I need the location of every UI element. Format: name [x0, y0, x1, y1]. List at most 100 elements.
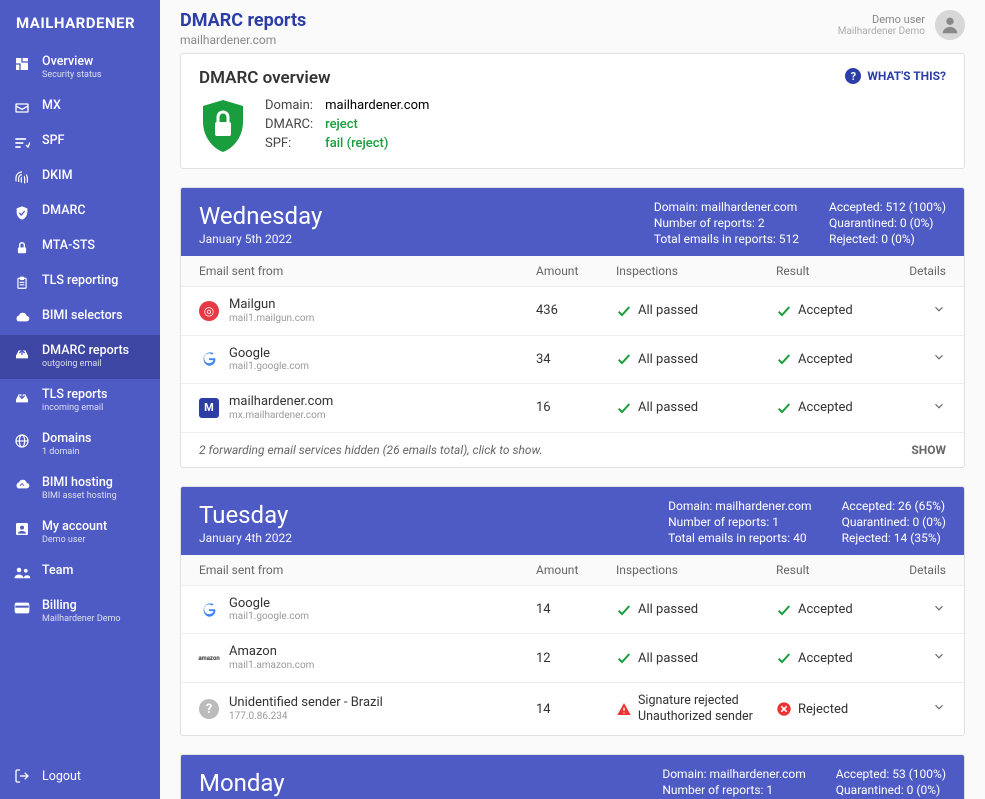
sidebar-item-sub: Mailhardener Demo	[42, 614, 121, 626]
amount-cell: 14	[536, 702, 616, 717]
day-stats-right: Accepted: 512 (100%) Quarantined: 0 (0%)…	[829, 200, 946, 246]
domain-label: Domain:	[265, 98, 313, 113]
insp-cell: All passed	[638, 400, 698, 415]
expand-chevron[interactable]	[932, 700, 946, 718]
sidebar-item-label: DMARC reports	[42, 343, 129, 359]
expand-chevron[interactable]	[932, 302, 946, 320]
table-row: ◎ Mailgunmail1.mailgun.com 436 All passe…	[181, 287, 964, 336]
sidebar-item-dkim[interactable]: DKIM	[0, 160, 160, 195]
sidebar-item-billing[interactable]: BillingMailhardener Demo	[0, 590, 160, 634]
amazon-icon: amazon	[199, 648, 219, 668]
sidebar-item-sub: incoming email	[42, 403, 107, 415]
logout-icon	[12, 767, 32, 785]
sidebar-item-label: MTA-STS	[42, 238, 95, 254]
sender-sub: mail1.google.com	[229, 611, 309, 623]
sidebar-item-sub: Security status	[42, 70, 102, 82]
day-name: Monday	[199, 769, 292, 797]
table-row: ? Unidentified sender - Brazil177.0.86.2…	[181, 683, 964, 736]
insp-cell: All passed	[638, 303, 698, 318]
outbox-icon	[12, 344, 32, 362]
col-from-header: Email sent from	[199, 264, 536, 278]
sidebar-item-domains[interactable]: Domains1 domain	[0, 423, 160, 467]
sender-name: Mailgun	[229, 297, 314, 313]
expand-chevron[interactable]	[932, 350, 946, 368]
sidebar-item-my-account[interactable]: My accountDemo user	[0, 511, 160, 555]
result-cell: Rejected	[798, 702, 848, 717]
result-cell: Accepted	[798, 651, 853, 666]
app-logo: MAILHARDENER	[0, 0, 160, 46]
sidebar-item-dmarc[interactable]: DMARC	[0, 195, 160, 230]
sidebar-item-label: TLS reporting	[42, 273, 118, 289]
page-title: DMARC reports	[180, 10, 306, 31]
google-icon	[199, 349, 219, 369]
sidebar-item-bimi-selectors[interactable]: BIMI selectors	[0, 300, 160, 335]
shield-check-icon	[12, 204, 32, 222]
domain-value: mailhardener.com	[325, 98, 429, 113]
hidden-services-text: 2 forwarding email services hidden (26 e…	[199, 443, 543, 457]
sender-sub: mx.mailhardener.com	[229, 410, 333, 422]
expand-chevron[interactable]	[932, 399, 946, 417]
check-icon	[776, 602, 792, 618]
expand-chevron[interactable]	[932, 649, 946, 667]
check-icon	[776, 650, 792, 666]
show-hidden-button[interactable]: SHOW	[911, 443, 946, 457]
check-icon	[616, 351, 632, 367]
table-row: M mailhardener.commx.mailhardener.com 16…	[181, 384, 964, 433]
sender-sub: 177.0.86.234	[229, 711, 383, 723]
clipboard-icon	[12, 274, 32, 292]
cloud-icon	[12, 309, 32, 327]
logout-button[interactable]: Logout	[0, 753, 160, 799]
col-amount-header: Amount	[536, 264, 616, 278]
avatar[interactable]	[935, 10, 965, 40]
sidebar-item-bimi-hosting[interactable]: BIMI hostingBIMI asset hosting	[0, 467, 160, 511]
sidebar-item-label: Billing	[42, 598, 121, 614]
reject-icon	[776, 701, 792, 717]
amount-cell: 12	[536, 651, 616, 666]
globe-icon	[12, 432, 32, 450]
sidebar-item-sub: Demo user	[42, 535, 107, 547]
sidebar-item-sub: outgoing email	[42, 359, 129, 371]
day-date: January 5th 2022	[199, 232, 322, 246]
hidden-services-row[interactable]: 2 forwarding email services hidden (26 e…	[181, 433, 964, 467]
sidebar-item-dmarc-reports[interactable]: DMARC reportsoutgoing email	[0, 335, 160, 379]
mailhardener-icon: M	[199, 398, 219, 418]
sender-name: Unidentified sender - Brazil	[229, 695, 383, 711]
sidebar-item-label: DMARC	[42, 203, 86, 219]
sidebar-item-overview[interactable]: OverviewSecurity status	[0, 46, 160, 90]
content: ? WHAT'S THIS? DMARC overview Domain: ma…	[160, 53, 985, 799]
user-name: Demo user	[838, 13, 925, 26]
overview-heading: DMARC overview	[199, 68, 946, 88]
sidebar-item-mta-sts[interactable]: MTA-STS	[0, 230, 160, 265]
result-cell: Accepted	[798, 602, 853, 617]
table-header: Email sent from Amount Inspections Resul…	[181, 256, 964, 287]
amount-cell: 14	[536, 602, 616, 617]
help-icon: ?	[845, 68, 861, 84]
sender-name: Google	[229, 596, 309, 612]
table-row: amazon Amazonmail1.amazon.com 12 All pas…	[181, 634, 964, 683]
expand-chevron[interactable]	[932, 601, 946, 619]
check-icon	[616, 303, 632, 319]
sidebar-item-label: BIMI hosting	[42, 475, 117, 491]
sidebar-item-tls-reporting[interactable]: TLS reporting	[0, 265, 160, 300]
whats-this-link[interactable]: ? WHAT'S THIS?	[845, 68, 946, 84]
topbar: DMARC reports mailhardener.com Demo user…	[160, 0, 985, 53]
col-details-header: Details	[886, 264, 946, 278]
day-name: Wednesday	[199, 202, 322, 230]
sidebar-item-team[interactable]: Team	[0, 555, 160, 590]
sidebar-item-spf[interactable]: SPF	[0, 125, 160, 160]
sender-name: Amazon	[229, 644, 314, 660]
warning-triangle-icon	[616, 701, 632, 717]
day-header: Tuesday January 4th 2022 Domain: mailhar…	[181, 487, 964, 555]
sidebar-item-label: My account	[42, 519, 107, 535]
sidebar-item-mx[interactable]: MX	[0, 90, 160, 125]
sidebar-item-label: TLS reports	[42, 387, 107, 403]
sidebar-item-tls-reports[interactable]: TLS reportsincoming email	[0, 379, 160, 423]
lock-icon	[12, 239, 32, 257]
spf-label: SPF:	[265, 136, 313, 151]
col-insp-header: Inspections	[616, 264, 776, 278]
dmarc-overview-card: ? WHAT'S THIS? DMARC overview Domain: ma…	[180, 53, 965, 169]
cloud-upload-icon	[12, 476, 32, 494]
sidebar-item-sub: BIMI asset hosting	[42, 491, 117, 503]
users-icon	[12, 564, 32, 582]
credit-card-icon	[12, 599, 32, 617]
